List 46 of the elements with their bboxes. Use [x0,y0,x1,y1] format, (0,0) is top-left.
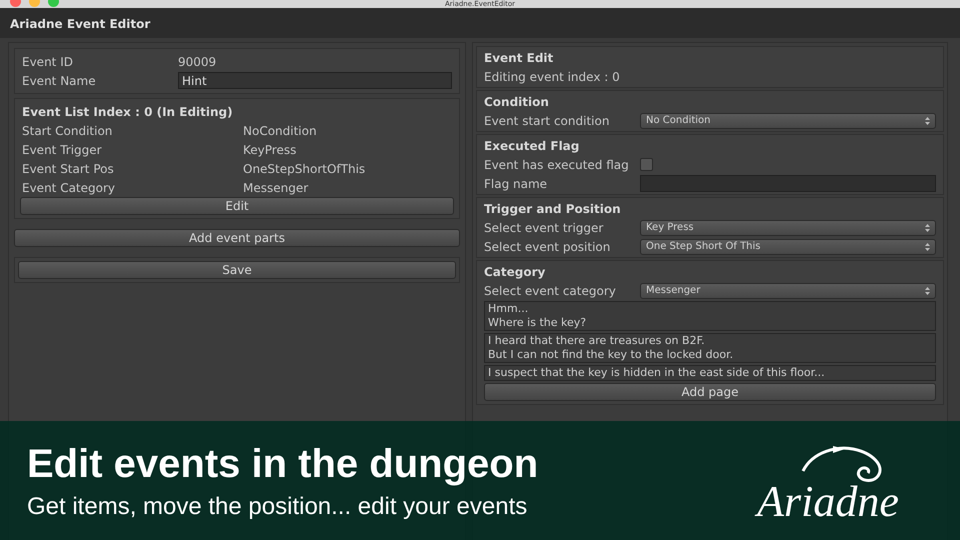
field-value: Messenger [243,180,308,196]
editing-index-text: Editing event index : 0 [484,68,620,86]
updown-arrows-icon [925,242,930,250]
field-label: Event Category [22,180,116,196]
field-value: OneStepShortOfThis [243,160,366,178]
section-heading: Executed Flag [484,138,580,154]
field-value: KeyPress [243,142,296,158]
page-text-area[interactable]: I heard that there are treasures on B2F. But I can not find the key to the locked door. [484,333,936,363]
updown-arrows-icon [925,224,930,232]
editor-title: Ariadne Event Editor [10,17,150,31]
section-heading: Category [484,264,546,280]
field-label: Event ID [22,54,74,70]
banner-headline: Edit events in the dungeon [27,440,538,486]
add-event-parts-button[interactable]: Add event parts [14,229,460,247]
field-label: Event Start Pos [22,160,115,178]
section-heading: Trigger and Position [484,200,621,218]
input-field[interactable]: Hint [178,72,452,89]
field-label: Flag name [484,176,548,192]
field-label: Select event trigger [484,220,604,236]
page-text-area[interactable]: Hmm... Where is the key? [484,301,936,331]
section-heading: Condition [484,94,549,110]
save-button[interactable]: Save [18,261,456,279]
section-heading: Event Edit [484,50,554,66]
field-label: Event has executed flag [484,156,630,174]
field-label: Select event category [484,282,617,300]
banner-tagline: Get items, move the position... edit your events [27,492,528,520]
updown-arrows-icon [925,116,930,124]
dropdown[interactable]: No Condition [640,112,936,128]
section-heading: Event List Index : 0 (In Editing) [22,104,233,120]
field-label: Event Name [22,72,97,90]
checkbox[interactable] [640,158,653,171]
field-label: Event Trigger [22,142,103,158]
field-label: Event start condition [484,112,610,130]
field-label: Select event position [484,238,612,256]
page-text-area[interactable]: I suspect that the key is hidden in the east side of this floor... [484,365,936,381]
logo-text: Ariadne [757,476,899,526]
field-value: NoCondition [243,122,317,140]
field-label: Start Condition [22,122,114,140]
dropdown[interactable]: One Step Short Of This [640,238,936,254]
updown-arrows-icon [925,286,930,294]
page-button[interactable]: Add page [484,383,936,401]
field-value: 90009 [178,54,216,70]
edit-button[interactable]: Edit [20,197,454,215]
input-field[interactable] [640,175,936,192]
dropdown[interactable]: Messenger [640,282,936,298]
dropdown[interactable]: Key Press [640,220,936,236]
